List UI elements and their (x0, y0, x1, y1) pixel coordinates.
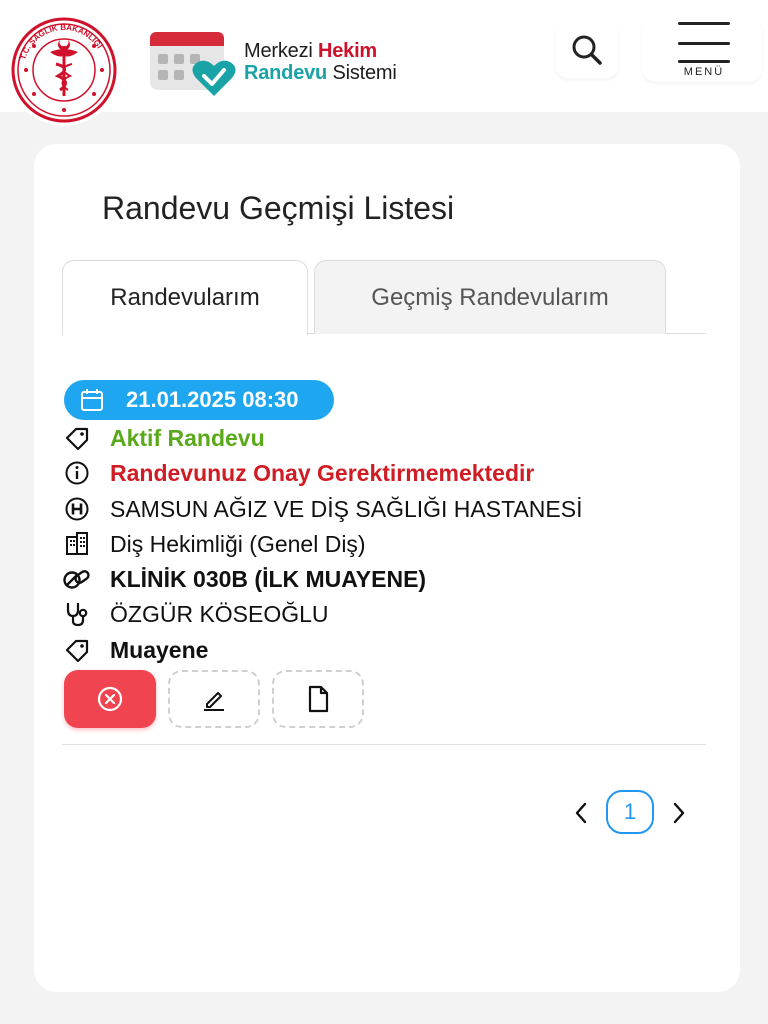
brand-word-sistemi: Sistemi (332, 62, 397, 84)
appointment-datetime: 21.01.2025 08:30 (126, 387, 299, 412)
search-icon (572, 35, 602, 65)
appointment-type-row: Muayene (62, 634, 208, 666)
document-icon (308, 685, 329, 713)
stethoscope-icon (66, 603, 88, 627)
brand-wordmark[interactable]: Merkezi Hekim Randevu Sistemi (244, 40, 397, 84)
building-icon (66, 532, 88, 555)
close-circle-icon (97, 686, 123, 712)
appointment-history-card: Randevu Geçmişi Listesi Randevularım Geç… (34, 144, 740, 992)
brand-word-randevu: Randevu (244, 62, 328, 84)
tab-gecmis-randevularim[interactable]: Geçmiş Randevularım (314, 260, 666, 334)
app-header: T.C. SAĞLIK BAKANLIĞI Merkezi Hekim Rand… (0, 0, 768, 126)
calendar-icon (81, 389, 103, 411)
ministry-seal-logo[interactable]: T.C. SAĞLIK BAKANLIĞI (8, 14, 120, 126)
appointment-type: Muayene (110, 636, 209, 663)
hamburger-icon-bar-middle (678, 42, 730, 45)
pills-icon (63, 570, 90, 589)
tag-icon (65, 639, 89, 663)
edit-appointment-button[interactable] (168, 670, 260, 728)
tab-bar: Randevularım Geçmiş Randevularım (62, 260, 706, 335)
pagination-page-current[interactable]: 1 (606, 790, 654, 834)
appointment-clinic-row: KLİNİK 030B (İLK MUAYENE) (62, 563, 426, 595)
appointment-doctor-row: ÖZGÜR KÖSEOĞLU (62, 598, 329, 630)
pencil-icon (204, 692, 224, 711)
tab-randevularim[interactable]: Randevularım (62, 260, 308, 335)
search-button[interactable] (556, 22, 618, 78)
appointment-doctor: ÖZGÜR KÖSEOĞLU (110, 600, 329, 627)
menu-button[interactable]: MENÜ (642, 18, 762, 82)
appointment-clinic: KLİNİK 030B (İLK MUAYENE) (110, 565, 427, 592)
tag-icon (65, 427, 89, 451)
cancel-appointment-button[interactable] (64, 670, 156, 728)
brand-word-merkezi: Merkezi (244, 40, 313, 62)
appointment-hospital: SAMSUN AĞIZ VE DİŞ SAĞLIĞI HASTANESİ (110, 495, 583, 522)
calendar-heart-logo-icon (148, 30, 240, 100)
appointment-hospital-row: SAMSUN AĞIZ VE DİŞ SAĞLIĞI HASTANESİ (62, 493, 582, 525)
menu-label: MENÜ (683, 66, 725, 78)
pagination-prev-button[interactable] (570, 798, 592, 828)
pagination-next-button[interactable] (668, 798, 690, 828)
appointment-notice: Randevunuz Onay Gerektirmemektedir (110, 459, 535, 486)
seal-emblem-icon: T.C. SAĞLIK BAKANLIĞI (11, 17, 117, 123)
info-icon (65, 461, 89, 485)
chevron-left-icon (575, 802, 587, 824)
list-divider (62, 744, 706, 745)
appointment-department: Diş Hekimliği (Genel Diş) (110, 530, 366, 557)
appointment-datetime-badge: 21.01.2025 08:30 (64, 380, 334, 420)
chevron-right-icon (673, 802, 685, 824)
appointment-department-row: Diş Hekimliği (Genel Diş) (62, 528, 366, 560)
hamburger-icon-bar-top (678, 22, 730, 25)
hospital-icon (65, 497, 89, 521)
appointment-document-button[interactable] (272, 670, 364, 728)
appointment-status: Aktif Randevu (110, 424, 265, 451)
brand-word-hekim: Hekim (317, 40, 378, 62)
hamburger-icon-bar-bottom (678, 60, 730, 63)
page-title: Randevu Geçmişi Listesi (102, 190, 455, 226)
appointment-notice-row: Randevunuz Onay Gerektirmemektedir (62, 457, 534, 489)
appointment-status-row: Aktif Randevu (62, 422, 265, 454)
